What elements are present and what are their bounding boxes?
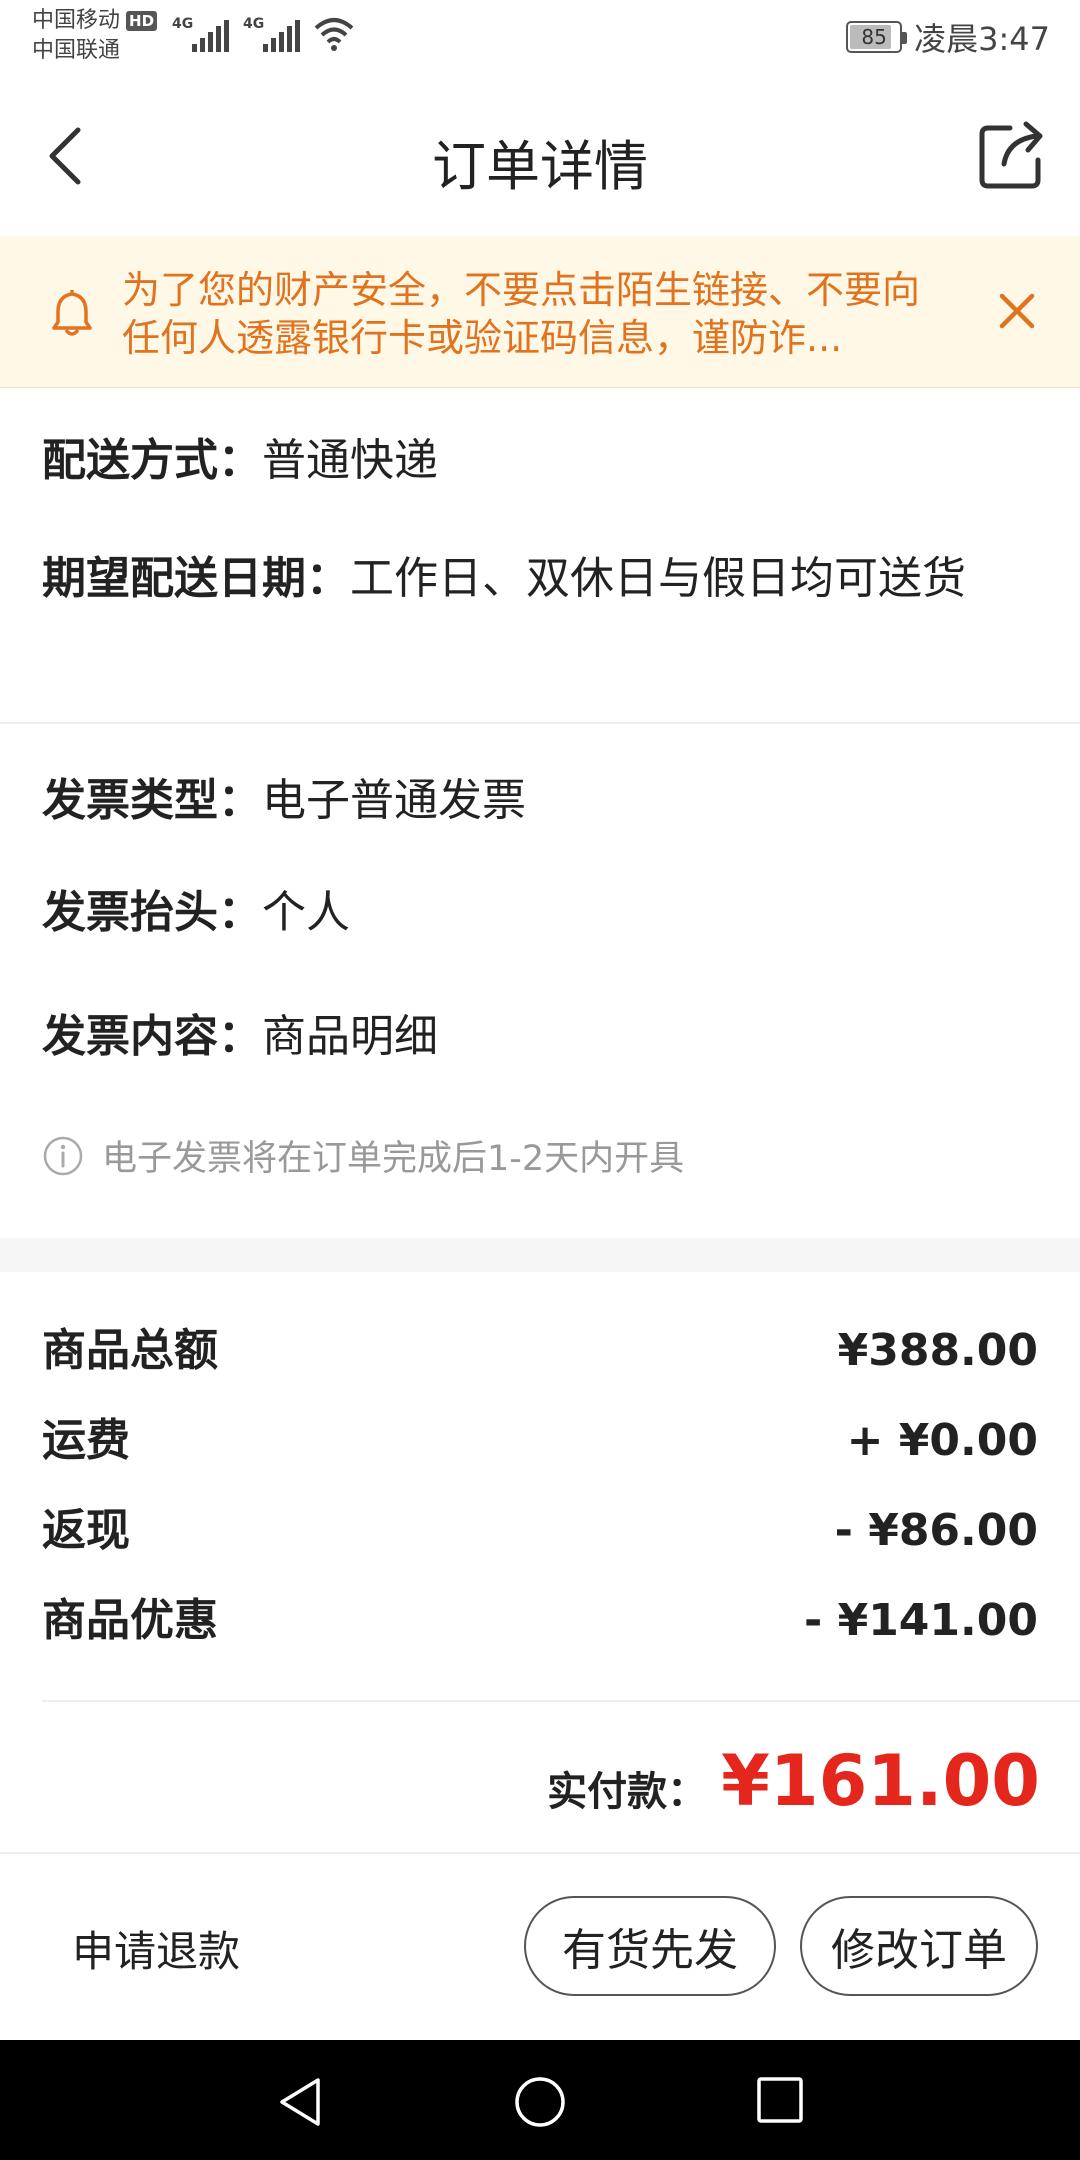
delivery-section: 配送方式： 普通快递 期望配送日期： 工作日、双休日与假日均可送货 [0, 388, 1080, 724]
signal-indicators: 4G 4G [172, 14, 354, 52]
nav-recent-icon[interactable] [754, 2074, 806, 2126]
page-title: 订单详情 [432, 135, 648, 198]
amount-row-subtotal: 商品总额 ¥388.00 [42, 1324, 1038, 1378]
signal-2-icon: 4G [243, 14, 300, 52]
refund-button[interactable]: 申请退款 [72, 1918, 240, 1979]
hd-badge: HD [126, 11, 158, 31]
delivery-method-label: 配送方式： [42, 435, 262, 486]
invoice-content-label: 发票内容： [42, 1011, 262, 1062]
carrier-1: 中国移动 [32, 8, 121, 33]
delivery-date-label: 期望配送日期： [42, 553, 350, 604]
amount-row-shipping: 运费 + ¥0.00 [42, 1414, 1038, 1468]
battery-level: 85 [861, 25, 887, 49]
invoice-note-text: 电子发票将在订单完成后1-2天内开具 [102, 1139, 685, 1179]
amount-label: 商品总额 [42, 1325, 218, 1376]
amount-row-discount: 商品优惠 - ¥141.00 [42, 1594, 1038, 1648]
amount-row-cashback: 返现 - ¥86.00 [42, 1504, 1038, 1558]
modify-order-button[interactable]: 修改订单 [800, 1896, 1038, 1996]
clock: 凌晨3:47 [914, 20, 1050, 58]
carrier-info: 中国移动 HD 中国联通 [32, 6, 158, 66]
header: 订单详情 [0, 76, 1080, 236]
amount-divider [42, 1700, 1080, 1702]
amount-value: - ¥86.00 [834, 1505, 1038, 1556]
amount-label: 返现 [42, 1505, 130, 1556]
delivery-date-row: 期望配送日期： 工作日、双休日与假日均可送货 [42, 552, 1040, 606]
action-bar: 申请退款 有货先发 修改订单 [0, 1854, 1080, 2040]
invoice-type-value: 电子普通发票 [262, 775, 526, 826]
amount-value: - ¥141.00 [804, 1595, 1038, 1646]
invoice-title-row: 发票抬头： 个人 [42, 886, 1040, 940]
ship-available-button[interactable]: 有货先发 [524, 1896, 776, 1996]
carrier-2: 中国联通 [32, 38, 121, 63]
bell-icon [52, 289, 92, 336]
network-type-2: 4G [243, 16, 265, 32]
wifi-icon [314, 18, 354, 51]
amount-value: ¥388.00 [837, 1325, 1038, 1376]
status-bar: 中国移动 HD 中国联通 4G 4G 85 凌晨3:47 [0, 0, 1080, 76]
delivery-method-value: 普通快递 [262, 435, 438, 486]
total-payment-value: ¥161.00 [721, 1740, 1040, 1822]
share-icon[interactable] [970, 112, 1054, 196]
invoice-section: 发票类型： 电子普通发票 发票抬头： 个人 发票内容： 商品明细 电子发票将在订… [0, 726, 1080, 1238]
close-icon[interactable] [992, 286, 1042, 336]
amount-section: 商品总额 ¥388.00 运费 + ¥0.00 返现 - ¥86.00 商品优惠… [0, 1272, 1080, 1852]
nav-home-icon[interactable] [512, 2074, 568, 2130]
delivery-method-row: 配送方式： 普通快递 [42, 434, 1040, 488]
signal-1-icon: 4G [172, 14, 229, 52]
nav-back-icon[interactable] [274, 2074, 330, 2130]
total-payment-label: 实付款： [547, 1769, 708, 1815]
section-divider [0, 1238, 1080, 1272]
notice-text: 为了您的财产安全，不要点击陌生链接、不要向任何人透露银行卡或验证码信息，谨防诈.… [122, 268, 921, 360]
security-notice: 为了您的财产安全，不要点击陌生链接、不要向任何人透露银行卡或验证码信息，谨防诈.… [0, 236, 1080, 388]
invoice-title-value: 个人 [262, 887, 350, 938]
battery-icon: 85 [846, 21, 908, 53]
invoice-type-row: 发票类型： 电子普通发票 [42, 774, 1040, 828]
invoice-type-label: 发票类型： [42, 775, 262, 826]
system-nav-bar [0, 2040, 1080, 2160]
info-icon [43, 1136, 83, 1175]
invoice-content-row: 发票内容： 商品明细 [42, 1010, 1040, 1064]
amount-value: + ¥0.00 [846, 1415, 1038, 1466]
total-payment-row: 实付款： ¥161.00 [547, 1740, 1040, 1822]
amount-label: 商品优惠 [42, 1595, 218, 1646]
invoice-title-label: 发票抬头： [42, 887, 262, 938]
invoice-content-value: 商品明细 [262, 1011, 438, 1062]
amount-label: 运费 [42, 1415, 130, 1466]
delivery-date-value: 工作日、双休日与假日均可送货 [350, 553, 966, 604]
invoice-note: 电子发票将在订单完成后1-2天内开具 [42, 1130, 684, 1181]
network-type-1: 4G [172, 16, 194, 32]
